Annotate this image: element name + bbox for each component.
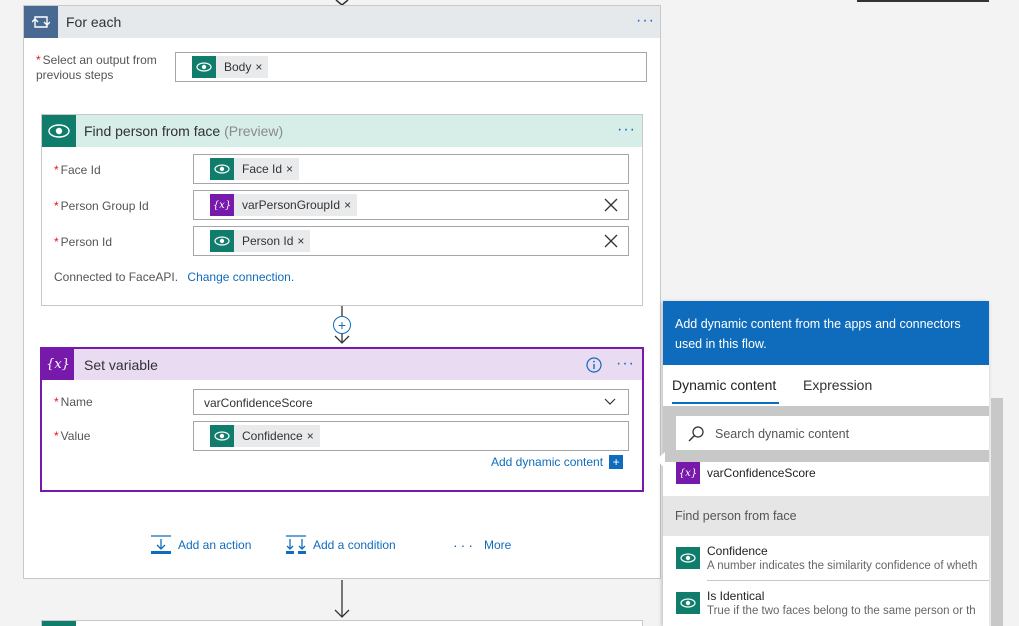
- dynamic-content-panel: Add dynamic content from the apps and co…: [663, 301, 989, 626]
- for-each-title: For each: [66, 14, 122, 30]
- scrollbar[interactable]: [991, 398, 1003, 626]
- clear-icon[interactable]: [604, 234, 618, 248]
- name-label: * Name: [54, 395, 93, 409]
- eye-icon: [210, 158, 234, 180]
- add-condition-icon: [286, 535, 306, 554]
- eye-icon: [676, 592, 700, 614]
- person-group-id-field[interactable]: {x} varPersonGroupId ×: [193, 190, 629, 220]
- remove-token-icon[interactable]: ×: [297, 234, 310, 248]
- search-dynamic-input[interactable]: Search dynamic content: [675, 415, 989, 451]
- divider: [857, 0, 989, 2]
- variable-icon: {x}: [676, 462, 700, 484]
- token-var-person-group-id[interactable]: {x} varPersonGroupId ×: [210, 194, 358, 216]
- connection-info: Connected to FaceAPI. Change connection.: [54, 270, 295, 284]
- token-face-id[interactable]: Face Id ×: [210, 158, 300, 180]
- for-each-header[interactable]: For each ···: [24, 6, 660, 38]
- eye-icon: [192, 56, 216, 78]
- eye-icon: [676, 547, 700, 569]
- next-card-edge: [41, 620, 643, 626]
- find-person-title: Find person from face: [84, 123, 221, 139]
- add-dynamic-content-link[interactable]: Add dynamic content +: [491, 455, 624, 469]
- face-id-label: * Face Id: [54, 163, 101, 177]
- loop-icon: [24, 6, 58, 38]
- eye-icon: [210, 230, 234, 252]
- output-label: * Select an output from previous steps: [36, 53, 157, 82]
- arrow-down-icon: [334, 580, 350, 618]
- preview-tag: (Preview): [224, 123, 284, 139]
- face-id-field[interactable]: Face Id ×: [193, 154, 629, 184]
- chevron-down-icon: [604, 398, 616, 405]
- remove-token-icon[interactable]: ×: [286, 162, 299, 176]
- set-variable-card: {x} Set variable ··· * Name varConfidence…: [40, 347, 644, 492]
- add-action-icon: [151, 535, 171, 554]
- more-dots-icon: ···: [453, 537, 476, 553]
- group-find-person: Find person from face: [663, 496, 989, 536]
- variable-icon: {x}: [210, 194, 234, 216]
- remove-token-icon[interactable]: ×: [255, 60, 268, 74]
- value-label: * Value: [54, 429, 91, 443]
- active-tab-indicator: [672, 402, 779, 404]
- name-dropdown[interactable]: varConfidenceScore: [193, 389, 629, 415]
- more-button[interactable]: ··· More: [453, 538, 511, 552]
- person-id-label: * Person Id: [54, 235, 113, 249]
- variable-icon: {x}: [42, 349, 74, 380]
- remove-token-icon[interactable]: ×: [307, 429, 320, 443]
- insert-step-plus-icon[interactable]: +: [333, 316, 351, 334]
- person-id-field[interactable]: Person Id ×: [193, 226, 629, 256]
- set-variable-header[interactable]: {x} Set variable ···: [42, 349, 642, 380]
- find-person-header[interactable]: Find person from face (Preview) ···: [42, 115, 642, 147]
- dynamic-item-confidence[interactable]: Confidence A number indicates the simila…: [663, 536, 989, 581]
- value-field[interactable]: Confidence ×: [193, 421, 629, 451]
- find-person-card: Find person from face (Preview) ··· * Fac…: [41, 114, 643, 306]
- add-action-button[interactable]: Add an action: [150, 535, 251, 555]
- eye-icon: [210, 425, 234, 447]
- dynamic-panel-header: Add dynamic content from the apps and co…: [663, 301, 989, 365]
- dynamic-item-is-identical[interactable]: Is Identical True if the two faces belon…: [663, 581, 989, 626]
- add-condition-button[interactable]: Add a condition: [285, 535, 396, 555]
- person-group-id-label: * Person Group Id: [54, 199, 149, 213]
- change-connection-link[interactable]: Change connection.: [187, 270, 294, 284]
- more-options-icon[interactable]: ···: [617, 122, 636, 138]
- tab-expression[interactable]: Expression: [803, 377, 872, 393]
- add-dynamic-plus-icon: +: [609, 455, 624, 469]
- more-options-icon[interactable]: ···: [616, 356, 635, 372]
- search-area: Search dynamic content: [663, 406, 989, 462]
- token-body[interactable]: Body ×: [192, 56, 269, 78]
- more-options-icon[interactable]: ···: [636, 13, 655, 29]
- output-field[interactable]: Body ×: [175, 52, 647, 82]
- remove-token-icon[interactable]: ×: [344, 198, 357, 212]
- for-each-card: For each ··· * Select an output from prev…: [23, 5, 661, 579]
- set-variable-title: Set variable: [84, 357, 158, 373]
- clear-icon[interactable]: [604, 198, 618, 212]
- eye-icon: [42, 115, 76, 147]
- info-icon[interactable]: [586, 357, 602, 373]
- search-icon: [688, 426, 704, 442]
- tab-dynamic-content[interactable]: Dynamic content: [672, 377, 776, 393]
- var-confidence-item[interactable]: {x} varConfidenceScore: [663, 462, 989, 496]
- panel-pointer: [656, 452, 665, 468]
- token-confidence[interactable]: Confidence ×: [210, 425, 320, 447]
- token-person-id[interactable]: Person Id ×: [210, 230, 311, 252]
